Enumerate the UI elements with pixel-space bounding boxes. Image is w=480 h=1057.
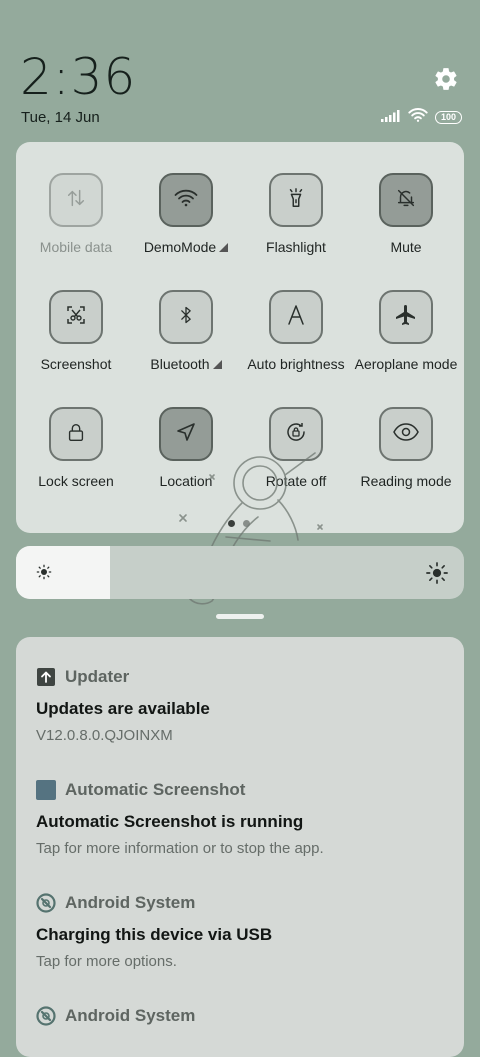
panel-drag-handle[interactable] [216, 614, 264, 619]
tile-label: DemoMode [130, 239, 242, 255]
screenshot-icon [64, 303, 88, 332]
wifi-status-icon [408, 108, 428, 127]
notification-title: Updates are available [36, 699, 210, 718]
brightness-slider[interactable] [16, 546, 464, 599]
tile-lock-screen[interactable]: Lock screen [20, 407, 132, 489]
bluetooth-icon [176, 303, 196, 332]
notification-title: Charging this device via USB [36, 925, 273, 944]
tile-label: Reading mode [360, 473, 452, 489]
notification-text: Tap for more information or to stop the … [36, 840, 324, 857]
tile-mobile-data[interactable]: Mobile data [20, 173, 132, 255]
wifi-icon [174, 189, 198, 212]
tile-demomode[interactable]: DemoMode [130, 173, 242, 255]
notification-app-name: Updater [65, 667, 130, 686]
date: Tue, 14 Jun [21, 109, 100, 126]
notification-app-header: Android System [36, 893, 446, 913]
android-system-icon [36, 893, 56, 913]
airplane-icon [394, 303, 418, 332]
notification-panel: Updater Updates are available V12.0.8.0.… [16, 637, 464, 1057]
app-square-icon [36, 780, 56, 800]
notification-android-system-usb[interactable]: Android System Charging this device via … [36, 893, 446, 970]
tile-screenshot[interactable]: Screenshot [20, 290, 132, 372]
auto-brightness-icon [284, 303, 308, 332]
tile-label-text: Bluetooth [150, 356, 210, 372]
signal-icon [380, 109, 401, 127]
tile-auto-brightness[interactable]: Auto brightness [240, 290, 352, 372]
notification-app-header: Android System [36, 1006, 446, 1026]
notification-app-header: Automatic Screenshot [36, 780, 446, 800]
notification-text: V12.0.8.0.QJOINXM [36, 727, 173, 744]
notification-android-system[interactable]: Android System [36, 1006, 446, 1026]
tile-button[interactable] [159, 173, 213, 227]
notification-app-name: Android System [65, 1006, 196, 1025]
notification-app-name: Android System [65, 893, 196, 912]
tile-button[interactable] [49, 173, 103, 227]
tile-label: Screenshot [40, 356, 112, 372]
status-icons: 100 [380, 108, 462, 127]
brightness-low-icon [36, 564, 52, 580]
tile-button[interactable] [269, 173, 323, 227]
tile-mute[interactable]: Mute [350, 173, 462, 255]
notification-app-name: Automatic Screenshot [65, 780, 246, 799]
tile-flashlight[interactable]: Flashlight [240, 173, 352, 255]
tile-label: Mute [390, 239, 422, 255]
tile-button[interactable] [379, 290, 433, 344]
notification-text: Tap for more options. [36, 953, 177, 970]
eye-icon [393, 422, 419, 447]
tile-label: Auto brightness [247, 356, 345, 372]
tile-button[interactable] [49, 290, 103, 344]
tile-button[interactable] [159, 290, 213, 344]
brightness-fill [16, 546, 111, 599]
tile-label: Lock screen [38, 473, 114, 489]
tile-label: Bluetooth [130, 356, 242, 372]
tile-button[interactable] [49, 407, 103, 461]
tile-reading-mode[interactable]: Reading mode [350, 407, 462, 489]
brightness-high-icon [426, 562, 448, 584]
flashlight-icon [285, 186, 307, 215]
tile-label: Aeroplane mode [354, 356, 458, 372]
notification-title: Automatic Screenshot is running [36, 812, 304, 831]
tile-button[interactable] [379, 407, 433, 461]
tile-bluetooth[interactable]: Bluetooth [130, 290, 242, 372]
tile-label: Mobile data [39, 239, 113, 255]
notification-updater[interactable]: Updater Updates are available V12.0.8.0.… [36, 667, 446, 744]
tile-button[interactable] [269, 290, 323, 344]
tile-button[interactable] [379, 173, 433, 227]
tile-label: Flashlight [266, 239, 326, 255]
tile-label-text: DemoMode [143, 239, 217, 255]
mobile-data-icon [65, 187, 87, 214]
clock: 2:36 [20, 48, 137, 106]
bell-off-icon [395, 186, 417, 215]
lock-icon [65, 420, 87, 449]
notification-automatic-screenshot[interactable]: Automatic Screenshot Automatic Screensho… [36, 780, 446, 857]
battery-indicator: 100 [434, 111, 462, 124]
tile-aeroplane-mode[interactable]: Aeroplane mode [350, 290, 462, 372]
expand-triangle-icon [219, 243, 229, 252]
upload-arrow-icon [36, 667, 56, 687]
expand-triangle-icon [212, 360, 222, 369]
android-system-icon [36, 1006, 56, 1026]
notification-app-header: Updater [36, 667, 446, 687]
settings-gear-icon[interactable] [433, 66, 459, 92]
